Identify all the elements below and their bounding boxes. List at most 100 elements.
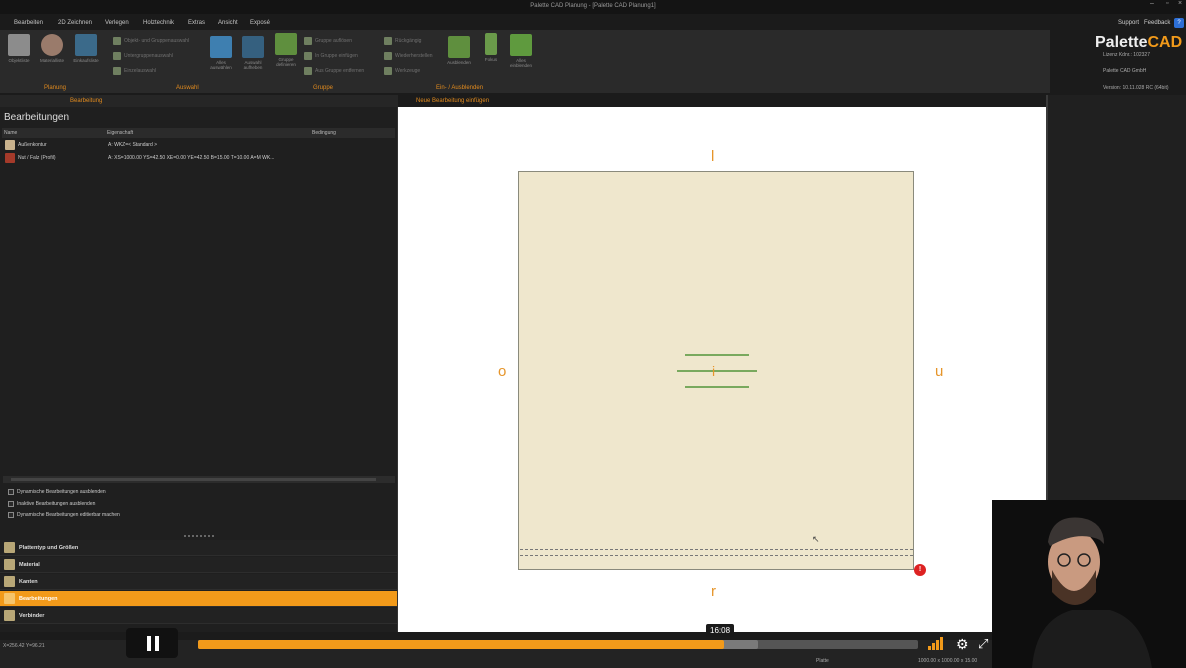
select-all-icon [210,36,232,58]
tools-icon [384,67,392,75]
processing-icon [4,593,15,604]
menu-verlegen[interactable]: Verlegen [105,20,129,26]
checkbox-inaktive-ausblenden[interactable]: Inaktive Bearbeitungen ausblenden [8,501,95,507]
help-icon[interactable]: ? [1174,18,1184,28]
aus-gruppe-entfernen-button[interactable]: Aus Gruppe entfernen [304,67,364,75]
groove-line[interactable] [520,549,913,550]
column-name[interactable]: Name [4,130,17,136]
drawing-canvas[interactable]: l o u r i ! ↖ [398,107,1046,632]
einkaufsliste-button[interactable]: Einkaufsliste [70,34,102,63]
materialliste-button[interactable]: Materialliste [36,34,68,63]
gruppe-definieren-button[interactable]: Gruppe definieren [271,33,301,67]
splitter-handle[interactable] [184,535,214,537]
column-eigenschaft[interactable]: Eigenschaft [107,130,133,136]
nav-material[interactable]: Material [0,557,397,573]
objektliste-button[interactable]: Objektliste [4,34,34,63]
side-label-right: u [935,363,944,380]
maximize-icon[interactable]: ▫ [1166,0,1168,7]
werkzeuge-button[interactable]: Werkzeuge [384,67,420,75]
grain-line [685,386,749,388]
company-text: Palette CAD GmbH [1103,68,1147,74]
table-row[interactable]: Nut / Falz (Profil) A: XS=1000.00 YS=42.… [2,153,395,165]
feedback-link[interactable]: Feedback [1144,20,1170,26]
side-label-left: o [498,363,507,380]
side-label-bottom: r [711,583,716,600]
object-list-icon [8,34,30,56]
fullscreen-icon[interactable]: ⤢ [978,636,988,652]
menu-2d-zeichnen[interactable]: 2D Zeichnen [58,20,92,26]
focus-icon [485,33,497,55]
in-gruppe-einfuegen-button[interactable]: In Gruppe einfügen [304,52,358,60]
material-icon [4,559,15,570]
alles-auswaehlen-button[interactable]: Alles auswählen [206,36,236,70]
alles-einblenden-button[interactable]: Alles einblenden [505,34,537,68]
wiederherstellen-button[interactable]: Wiederherstellen [384,52,433,60]
volume-icon[interactable] [928,636,948,650]
scrollbar-thumb[interactable] [11,478,376,481]
group-auswahl: Auswahl [176,85,199,91]
single-select-icon [113,67,121,75]
einzelauswahl-button[interactable]: Einzelauswahl [113,67,156,75]
nav-kanten[interactable]: Kanten [0,574,397,590]
fokus-button[interactable]: Fokus [478,33,504,62]
group-remove-icon [304,67,312,75]
menu-expose[interactable]: Exposé [250,20,270,26]
nav-verbinder[interactable]: Verbinder [0,608,397,624]
webcam-overlay [992,500,1186,668]
nav-plattentyp[interactable]: Plattentyp und Größen [0,540,397,556]
group-ein-ausblenden: Ein- / Ausblenden [436,85,484,91]
panel-board[interactable]: i [518,171,914,570]
gruppe-aufloesen-button[interactable]: Gruppe auflösen [304,37,352,45]
contour-icon [5,140,15,150]
shopping-cart-icon [75,34,97,56]
checkbox-dynamische-ausblenden[interactable]: Dynamische Bearbeitungen ausblenden [8,489,106,495]
ungroup-icon [304,37,312,45]
menu-bearbeiten[interactable]: Bearbeiten [14,20,43,26]
presenter-image [992,500,1186,668]
objekt-gruppenauswahl-button[interactable]: Objekt- und Gruppenauswahl [113,37,189,45]
column-bedingung[interactable]: Bedingung [312,130,336,136]
panel-tabbar [0,95,398,107]
close-icon[interactable]: × [1178,0,1182,7]
tab-neue-bearbeitung[interactable]: Neue Bearbeitung einfügen [416,98,489,104]
support-link[interactable]: Support [1118,20,1139,26]
menu-bar: Bearbeiten 2D Zeichnen Verlegen Holztech… [0,18,1186,30]
connector-icon [4,610,15,621]
subgroup-icon [113,52,121,60]
title-bar: Palette CAD Planung - [Palette CAD Planu… [0,0,1186,14]
horizontal-scrollbar[interactable] [3,476,395,483]
rueckgaengig-button[interactable]: Rückgängig [384,37,421,45]
menu-ansicht[interactable]: Ansicht [218,20,238,26]
nav-bearbeitungen[interactable]: Bearbeitungen [0,591,397,607]
menu-holztechnik[interactable]: Holztechnik [143,20,174,26]
menu-extras[interactable]: Extras [188,20,205,26]
pause-button[interactable] [126,628,178,658]
table-row[interactable]: Außenkontur A: WKZ=< Standard > [2,140,395,152]
settings-gear-icon[interactable]: ⚙ [956,636,969,653]
pause-icon [147,636,151,651]
untergruppenauswahl-button[interactable]: Untergruppenauswahl [113,52,173,60]
groove-line[interactable] [520,555,913,556]
time-tooltip: 16:08 [706,624,735,637]
checkbox-icon [8,512,14,518]
grain-line [677,370,757,372]
warning-icon[interactable]: ! [914,564,926,576]
tab-bearbeitung[interactable]: Bearbeitung [70,98,102,104]
hide-icon [448,36,470,58]
ribbon: Objektliste Materialliste Einkaufsliste … [0,30,1050,93]
seek-bar[interactable] [198,640,918,649]
palette-cad-logo: PaletteCAD [1095,34,1183,51]
group-add-icon [304,52,312,60]
auswahl-aufheben-button[interactable]: Auswahl aufheben [238,36,268,70]
coords-readout: X=256.42 Y=96.21 [3,643,45,649]
mouse-cursor-icon: ↖ [812,534,820,544]
group-define-icon [275,33,297,55]
undo-icon [384,37,392,45]
redo-icon [384,52,392,60]
checkbox-dynamische-editierbar[interactable]: Dynamische Bearbeitungen editierbar mach… [8,512,120,518]
version-text: Version: 10.11.028 RC (64bit) [1103,85,1169,91]
group-gruppe: Gruppe [313,85,334,91]
side-label-top: l [711,148,715,165]
minimize-icon[interactable]: – [1150,0,1154,7]
ausblenden-button[interactable]: Ausblenden [444,36,474,65]
